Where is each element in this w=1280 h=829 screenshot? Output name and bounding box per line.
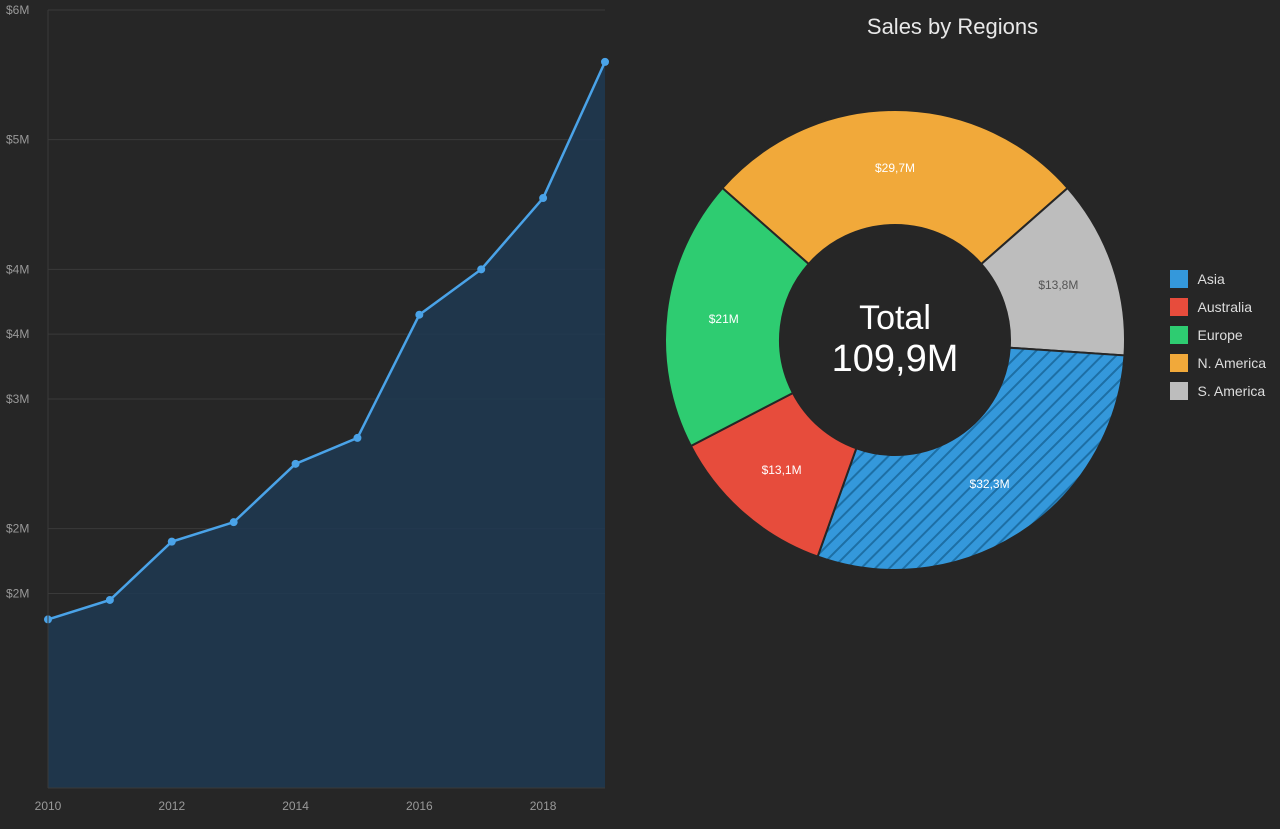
legend-swatch [1170,354,1188,372]
legend-swatch [1170,298,1188,316]
svg-text:$3M: $3M [6,392,29,406]
legend-swatch [1170,382,1188,400]
svg-text:$5M: $5M [6,133,29,147]
svg-text:2016: 2016 [406,799,433,813]
legend-swatch [1170,270,1188,288]
donut-center-top: Total [832,299,959,338]
donut-center: Total 109,9M [832,299,959,381]
svg-text:$4M: $4M [6,262,29,276]
svg-text:2014: 2014 [282,799,309,813]
area-chart: $2M $2M $3M $4M $4M $5M $6M 2010 2012 2014 2016 201… [0,0,625,824]
svg-text:$2M: $2M [6,522,29,536]
svg-text:2012: 2012 [158,799,185,813]
svg-text:$6M: $6M [6,3,29,17]
legend-label: Europe [1198,327,1243,343]
svg-text:$4M: $4M [6,327,29,341]
donut-panel: Sales by Regions Total 109,9M $29,7M $13,… [625,0,1280,824]
donut-legend: Asia Australia Europe N. America S. America [1170,270,1266,410]
donut-chart: Total 109,9M $29,7M $13,8M $32,3M $13,1M $21… [645,90,1145,590]
legend-label: Asia [1198,271,1225,287]
legend-swatch [1170,326,1188,344]
donut-title: Sales by Regions [625,14,1280,40]
legend-item[interactable]: Australia [1170,298,1266,316]
legend-label: N. America [1198,355,1266,371]
slice-label: $13,8M [1038,278,1078,292]
slice-label: $13,1M [762,463,802,477]
svg-text:2018: 2018 [530,799,557,813]
legend-item[interactable]: N. America [1170,354,1266,372]
legend-label: S. America [1198,383,1266,399]
svg-text:$2M: $2M [6,587,29,601]
area-chart-svg: $2M $2M $3M $4M $4M $5M $6M 2010 2012 2014 2016 201… [0,0,625,824]
legend-item[interactable]: S. America [1170,382,1266,400]
legend-label: Australia [1198,299,1252,315]
slice-label: $21M [709,312,739,326]
svg-text:2010: 2010 [35,799,62,813]
slice-label: $32,3M [970,477,1010,491]
donut-center-bottom: 109,9M [832,338,959,381]
slice-label: $29,7M [875,161,915,175]
legend-item[interactable]: Europe [1170,326,1266,344]
legend-item[interactable]: Asia [1170,270,1266,288]
